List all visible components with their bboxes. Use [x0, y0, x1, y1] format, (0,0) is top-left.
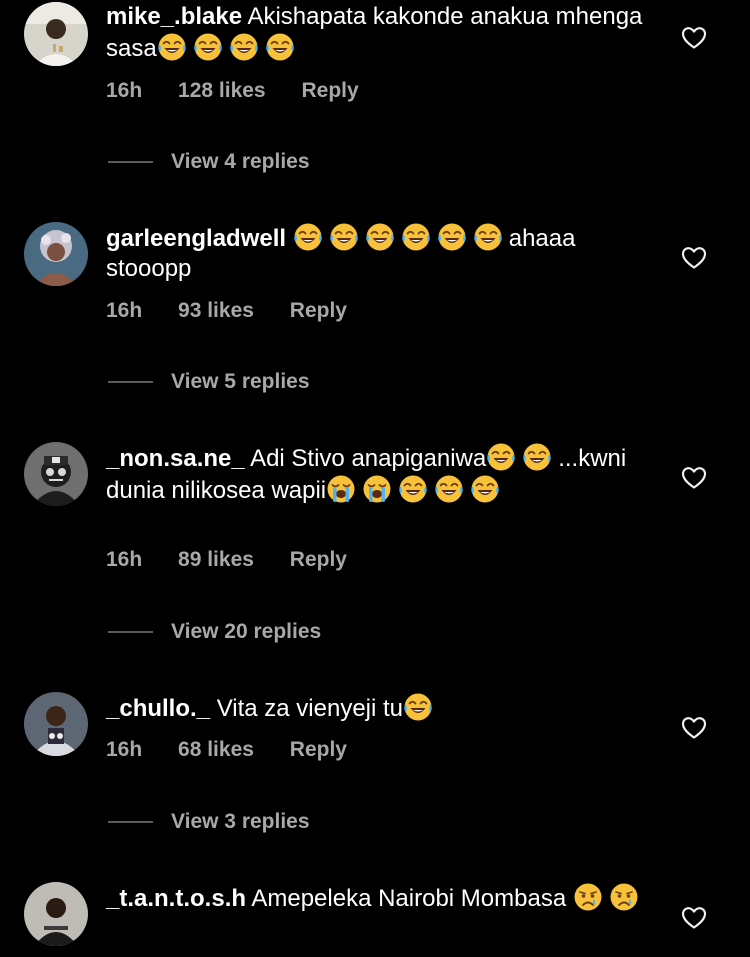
reply-button[interactable]: Reply — [290, 548, 347, 572]
comment-username[interactable]: _chullo._ — [106, 695, 210, 722]
reply-divider — [108, 161, 153, 164]
face-with-tears-of-joy-emoji — [157, 32, 187, 62]
face-with-tears-of-joy-emoji — [473, 222, 503, 252]
comment-meta: 16h 93 likes Reply — [106, 299, 377, 323]
reply-button[interactable]: Reply — [290, 299, 347, 323]
heart-outline-icon[interactable] — [681, 25, 707, 51]
comment-likes[interactable]: 93 likes — [178, 299, 254, 323]
face-with-tears-of-joy-emoji — [522, 442, 552, 472]
heart-outline-icon[interactable] — [681, 245, 707, 271]
reply-button[interactable]: Reply — [301, 79, 358, 103]
face-with-tears-of-joy-emoji — [434, 474, 464, 504]
avatar[interactable] — [24, 692, 88, 756]
comment-meta: 16h 128 likes Reply — [106, 79, 389, 103]
loudly-crying-face-emoji — [326, 474, 356, 504]
avatar[interactable] — [24, 2, 88, 66]
comment-username[interactable]: _t.a.n.t.o.s.h — [106, 885, 246, 912]
face-with-tears-of-joy-emoji — [470, 474, 500, 504]
face-with-tears-of-joy-emoji — [229, 32, 259, 62]
view-replies-label: View 20 replies — [171, 620, 322, 643]
comment-time: 16h — [106, 548, 143, 571]
comment-time: 16h — [106, 299, 143, 322]
comment-time: 16h — [106, 79, 143, 102]
loudly-crying-face-emoji — [362, 474, 392, 504]
view-replies-label: View 3 replies — [171, 810, 310, 833]
comment-text: _non.sa.ne_ Adi Stivo anapiganiwa ...kwni… — [106, 442, 646, 506]
face-with-tears-of-joy-emoji — [486, 442, 516, 472]
face-with-tears-of-joy-emoji — [193, 32, 223, 62]
comment-likes[interactable]: 128 likes — [178, 79, 266, 103]
comment-text: _t.a.n.t.o.s.h Amepeleka Nairobi Mombasa — [106, 882, 646, 914]
comment-text: garleengladwell ahaaa stooopp — [106, 222, 646, 284]
reply-divider — [108, 631, 153, 634]
comment-username[interactable]: mike_.blake — [106, 3, 242, 30]
face-with-tears-of-joy-emoji — [403, 692, 433, 722]
comment-message: Amepeleka Nairobi Mombasa — [251, 885, 567, 912]
view-replies-button[interactable]: View 5 replies — [108, 370, 310, 394]
view-replies-label: View 5 replies — [171, 370, 310, 393]
avatar[interactable] — [24, 882, 88, 946]
comment-username[interactable]: _non.sa.ne_ — [106, 445, 245, 472]
comment-text: _chullo._ Vita za vienyeji tu — [106, 692, 646, 724]
comment-likes[interactable]: 68 likes — [178, 738, 254, 762]
heart-outline-icon[interactable] — [681, 715, 707, 741]
comment-time: 16h — [106, 738, 143, 761]
face-with-tears-of-joy-emoji — [293, 222, 323, 252]
comment-message: Vita za vienyeji tu — [216, 695, 404, 722]
face-with-tears-of-joy-emoji — [401, 222, 431, 252]
face-with-tears-of-joy-emoji — [265, 32, 295, 62]
view-replies-button[interactable]: View 3 replies — [108, 810, 310, 834]
comment-text: mike_.blake Akishapata kakonde anakua mh… — [106, 2, 646, 64]
comment-meta: 16h 68 likes Reply — [106, 738, 377, 762]
face-with-tears-of-joy-emoji — [329, 222, 359, 252]
reply-divider — [108, 821, 153, 824]
avatar[interactable] — [24, 222, 88, 286]
crying-face-emoji — [573, 882, 603, 912]
crying-face-emoji — [609, 882, 639, 912]
view-replies-button[interactable]: View 4 replies — [108, 150, 310, 174]
heart-outline-icon[interactable] — [681, 465, 707, 491]
face-with-tears-of-joy-emoji — [365, 222, 395, 252]
comment-likes[interactable]: 89 likes — [178, 548, 254, 572]
face-with-tears-of-joy-emoji — [437, 222, 467, 252]
comment-message: Adi Stivo anapiganiwa — [250, 445, 487, 472]
comment-username[interactable]: garleengladwell — [106, 225, 286, 252]
comment-meta: 16h 89 likes Reply — [106, 548, 377, 572]
view-replies-label: View 4 replies — [171, 150, 310, 173]
reply-divider — [108, 381, 153, 384]
face-with-tears-of-joy-emoji — [398, 474, 428, 504]
reply-button[interactable]: Reply — [290, 738, 347, 762]
heart-outline-icon[interactable] — [681, 905, 707, 931]
avatar[interactable] — [24, 442, 88, 506]
view-replies-button[interactable]: View 20 replies — [108, 620, 321, 644]
